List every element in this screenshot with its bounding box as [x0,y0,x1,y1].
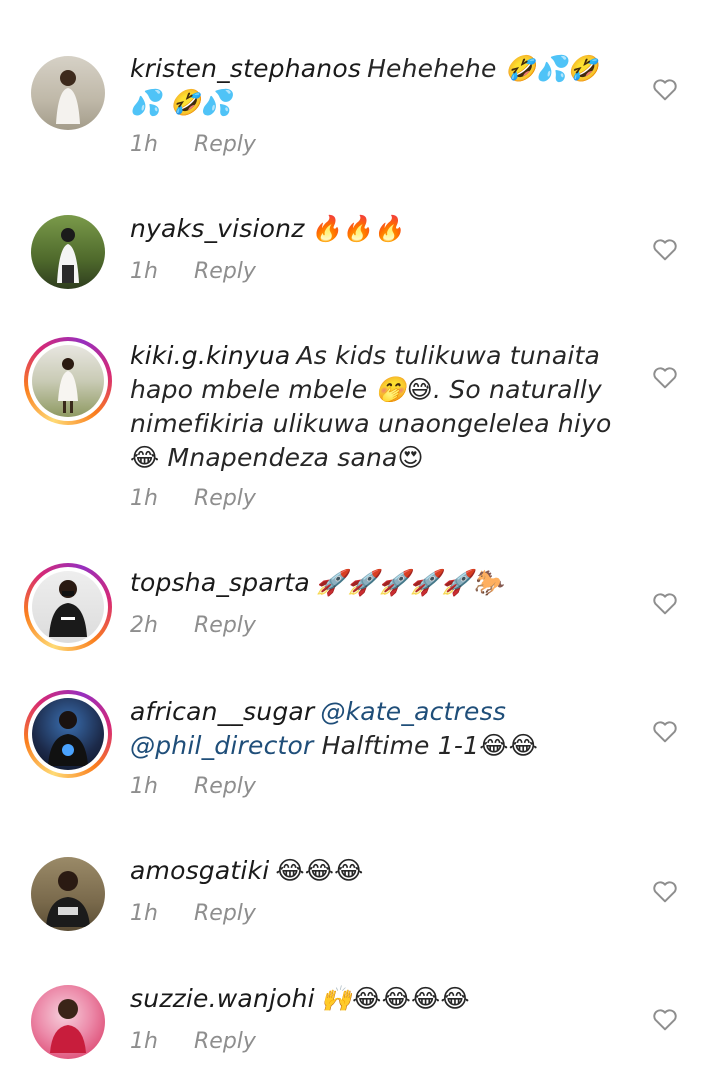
avatar[interactable] [30,214,106,290]
avatar[interactable] [30,856,106,932]
comment-username[interactable]: amosgatiki [130,856,269,885]
reply-button[interactable]: Reply [194,774,256,799]
reply-button[interactable]: Reply [194,132,256,157]
comment-text: topsha_sparta 🚀🚀🚀🚀🚀🐎 [130,566,620,600]
comment-meta: 1h Reply [130,259,256,284]
avatar-story-ring[interactable] [24,690,112,778]
heart-icon[interactable] [652,237,678,261]
comment-timestamp: 1h [130,486,158,511]
comment-meta: 2h Reply [130,613,256,638]
comment-username[interactable]: suzzie.wanjohi [130,984,315,1013]
comment-timestamp: 1h [130,1029,158,1054]
comment-username[interactable]: topsha_sparta [130,568,310,597]
comment-timestamp: 1h [130,132,158,157]
person-silhouette-icon [58,358,78,413]
avatar[interactable] [30,55,106,131]
reply-button[interactable]: Reply [194,613,256,638]
comment-meta: 1h Reply [130,901,256,926]
avatar-image [32,571,104,643]
comment-text: nyaks_visionz 🔥🔥🔥 [130,212,620,246]
comment-username[interactable]: african__sugar [130,697,314,726]
avatar-image [31,215,105,289]
avatar-story-ring[interactable] [24,563,112,651]
person-silhouette-icon [49,580,87,637]
comment-timestamp: 1h [130,901,158,926]
comment-text: kiki.g.kinyua As kids tulikuwa tunaita ha… [130,339,620,475]
heart-icon[interactable] [652,365,678,389]
reply-button[interactable]: Reply [194,901,256,926]
comment-meta: 1h Reply [130,132,256,157]
person-silhouette-icon [57,228,79,283]
comment-body: 🚀🚀🚀🚀🚀🐎 [315,568,504,597]
avatar-image [32,345,104,417]
avatar-ring-gap [28,694,108,774]
avatar-image [31,56,105,130]
comment-meta: 1h Reply [130,486,256,511]
comment-body: 🙌😂😂😂😂 [320,984,470,1013]
avatar-ring-gap [28,567,108,647]
mention-link[interactable]: @phil_director [130,731,314,760]
comment-timestamp: 1h [130,259,158,284]
avatar[interactable] [30,984,106,1060]
person-silhouette-icon [46,871,90,927]
comment-body: 😂😂😂 [275,856,364,885]
comment-body: 🔥🔥🔥 [310,214,405,243]
person-silhouette-icon [48,711,88,766]
reply-button[interactable]: Reply [194,1029,256,1054]
heart-icon[interactable] [652,1007,678,1031]
heart-icon[interactable] [652,77,678,101]
mention-link[interactable]: @kate_actress [320,697,506,726]
heart-icon[interactable] [652,719,678,743]
comment-username[interactable]: kristen_stephanos [130,54,361,83]
avatar-image [31,985,105,1059]
comment-text: amosgatiki 😂😂😂 [130,854,620,888]
comment-username[interactable]: nyaks_visionz [130,214,305,243]
comment-text: suzzie.wanjohi 🙌😂😂😂😂 [130,982,620,1016]
person-silhouette-icon [56,70,80,124]
comment-body: Halftime 1-1😂😂 [321,731,539,760]
heart-icon[interactable] [652,879,678,903]
person-silhouette-icon [50,999,86,1053]
comment-username[interactable]: kiki.g.kinyua [130,341,290,370]
comment-meta: 1h Reply [130,1029,256,1054]
comment-timestamp: 2h [130,613,158,638]
heart-icon[interactable] [652,591,678,615]
reply-button[interactable]: Reply [194,259,256,284]
comment-text: kristen_stephanos Hehehehe 🤣💦🤣💦 🤣💦 [130,52,620,120]
comment-text: african__sugar @kate_actress @phil_direct… [130,695,620,763]
avatar-ring-gap [28,341,108,421]
comment-meta: 1h Reply [130,774,256,799]
avatar-image [31,857,105,931]
avatar-image [32,698,104,770]
comment-timestamp: 1h [130,774,158,799]
avatar-story-ring[interactable] [24,337,112,425]
reply-button[interactable]: Reply [194,486,256,511]
